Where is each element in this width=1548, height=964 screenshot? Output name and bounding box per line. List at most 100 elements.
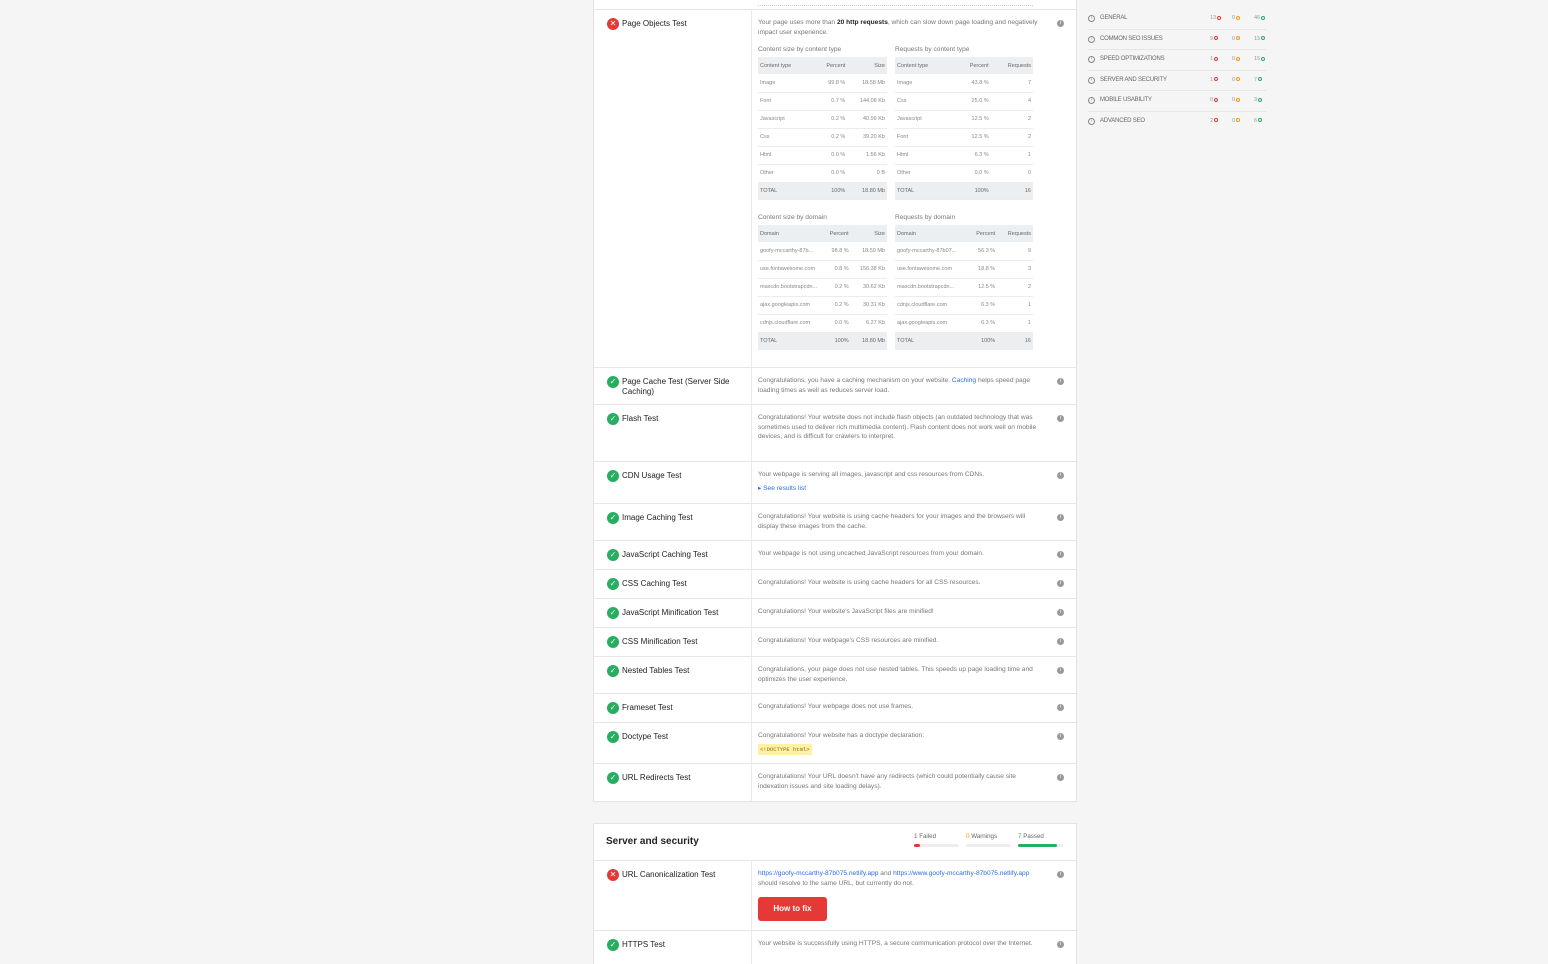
- table-row: goofy-mccarthy-87b... 98.8 % 18.59 Mb: [758, 242, 887, 261]
- summary-row[interactable]: › ADVANCED SEO 2 0 6: [1088, 112, 1266, 133]
- table-cell: 6.3 %: [955, 146, 991, 165]
- test-row: ✓ CSS Caching Test Congratulations! Your w…: [594, 570, 1076, 599]
- table-cell: 98.8 %: [822, 242, 851, 261]
- table-cell: 43.8 %: [955, 74, 991, 93]
- summary-row[interactable]: › SERVER AND SECURITY 1 0 7: [1088, 71, 1266, 91]
- url-link[interactable]: https://www.goofy-mccarthy-87b075.netlif…: [893, 870, 1029, 877]
- fail-count: 2: [1210, 118, 1219, 124]
- table-cell: 12.5 %: [967, 278, 998, 297]
- summary-row[interactable]: › GENERAL 13 0 46: [1088, 9, 1266, 30]
- table-cell: 99.8 %: [816, 74, 848, 93]
- info-icon[interactable]: i: [1057, 551, 1064, 558]
- chevron-circle-icon: ›: [1088, 76, 1095, 84]
- url-link[interactable]: https://goofy-mccarthy-87b075.netlify.ap…: [758, 870, 878, 877]
- table-total-row: TOTAL 100% 16: [895, 182, 1033, 200]
- table-row: Image 99.8 % 18.58 Mb: [758, 74, 887, 93]
- summary-row[interactable]: › SPEED OPTIMIZATIONS 1 0 15: [1088, 50, 1266, 71]
- test-description: Congratulations, you have a caching mech…: [758, 377, 1031, 394]
- summary-row[interactable]: › MOBILE USABILITY 0 0 3: [1088, 91, 1266, 112]
- table-cell: 100%: [955, 182, 991, 200]
- check-circle-icon: ✓: [607, 665, 619, 677]
- category-label: SERVER AND SECURITY: [1100, 76, 1167, 83]
- info-icon[interactable]: i: [1057, 378, 1064, 385]
- table-title: Requests by domain: [895, 214, 956, 221]
- see-results-link[interactable]: ▸ See results list: [758, 485, 806, 492]
- info-icon[interactable]: i: [1057, 20, 1064, 27]
- test-row: ✓ URL Redirects Test Congratulations! Your…: [594, 764, 1076, 801]
- test-name: CSS Caching Test: [622, 579, 687, 588]
- table-row: Css 25.0 % 4: [895, 92, 1033, 111]
- check-circle-icon: ✓: [607, 607, 619, 619]
- info-icon[interactable]: i: [1057, 609, 1064, 616]
- info-icon[interactable]: i: [1057, 580, 1064, 587]
- test-name: Frameset Test: [622, 703, 673, 712]
- info-icon[interactable]: i: [1057, 667, 1064, 674]
- table-cell: 7: [990, 74, 1033, 93]
- table-cell: 0.2 %: [816, 110, 848, 129]
- test-description: Your website is successfully using HTTPS…: [758, 940, 1033, 947]
- test-name: Nested Tables Test: [622, 666, 690, 675]
- table-cell: 25.0 %: [955, 92, 991, 111]
- test-row: ✓ Page Cache Test (Server Side Caching) Co…: [594, 368, 1076, 405]
- table-cell: Html: [895, 146, 955, 165]
- check-circle-icon: ✓: [607, 549, 619, 561]
- info-icon[interactable]: i: [1057, 704, 1064, 711]
- warn-count: 0: [1232, 36, 1241, 42]
- table-cell: TOTAL: [758, 182, 816, 200]
- info-icon[interactable]: i: [1057, 638, 1064, 645]
- info-icon[interactable]: i: [1057, 415, 1064, 422]
- test-description: Congratulations! Your website's JavaScri…: [758, 608, 934, 615]
- test-name: Image Caching Test: [622, 513, 693, 522]
- column-header: Size: [847, 57, 887, 74]
- how-to-fix-button[interactable]: How to fix: [758, 897, 827, 921]
- table-cell: maxcdn.bootstrapcdn...: [895, 278, 967, 297]
- category-label: MOBILE USABILITY: [1100, 97, 1152, 103]
- caching-link[interactable]: Caching: [952, 377, 976, 384]
- info-icon[interactable]: i: [1057, 774, 1064, 781]
- column-header: Domain: [895, 225, 967, 242]
- table-cell: Css: [895, 92, 955, 111]
- info-icon[interactable]: i: [1057, 941, 1064, 948]
- test-description: Your webpage is not using uncached JavaS…: [758, 550, 984, 557]
- test-name: JavaScript Minification Test: [622, 608, 719, 617]
- failed-count: 1 Failed: [914, 833, 959, 847]
- test-row: ✓ Flash Test Congratulations! Your website…: [594, 405, 1076, 462]
- table-cell: 2: [990, 128, 1033, 147]
- table-cell: 16: [997, 332, 1033, 350]
- category-label: GENERAL: [1100, 15, 1128, 21]
- category-label: ADVANCED SEO: [1100, 117, 1145, 124]
- table-cell: 3: [997, 260, 1033, 279]
- test-description: Congratulations! Your website does not i…: [758, 414, 1037, 440]
- x-circle-icon: ✕: [607, 869, 619, 881]
- table-cell: goofy-mccarthy-87b...: [758, 242, 822, 261]
- column-header: Domain: [758, 225, 822, 242]
- info-icon[interactable]: i: [1057, 871, 1064, 878]
- info-icon[interactable]: i: [1057, 514, 1064, 521]
- pass-count: 6: [1254, 118, 1263, 124]
- table-header-row: Domain Percent Size: [758, 225, 887, 242]
- table-cell: 0 B: [847, 164, 887, 183]
- table-title: Requests by content type: [895, 46, 970, 53]
- table-cell: use.fontawesome.com: [758, 260, 822, 279]
- table-cell: 2: [997, 278, 1033, 297]
- table-row: use.fontawesome.com 0.8 % 156.38 Kb: [758, 260, 887, 279]
- table-title: Content size by content type: [758, 46, 842, 53]
- info-icon[interactable]: i: [1057, 733, 1064, 740]
- table-row: Font 0.7 % 144.08 Kb: [758, 92, 887, 111]
- table-row: Javascript 0.2 % 40.99 Kb: [758, 110, 887, 129]
- fail-count: 0: [1210, 97, 1219, 103]
- test-description: Congratulations! Your webpage's CSS reso…: [758, 637, 939, 644]
- test-name: HTTPS Test: [622, 940, 665, 949]
- warn-count: 0: [1232, 15, 1241, 21]
- category-label: COMMON SEO ISSUES: [1100, 35, 1163, 42]
- table-cell: Image: [895, 74, 955, 93]
- test-name: JavaScript Caching Test: [622, 550, 708, 559]
- content-size-by-type-table: Content type Percent Size Image 99.8 % 18.58 …: [758, 57, 887, 200]
- table-cell: 1: [990, 146, 1033, 165]
- test-description: Congratulations, your page does not use …: [758, 666, 1033, 683]
- table-cell: 0.0 %: [816, 164, 848, 183]
- table-cell: 0.2 %: [822, 278, 851, 297]
- info-icon[interactable]: i: [1057, 472, 1064, 479]
- table-cell: Other: [895, 164, 955, 183]
- summary-row[interactable]: › COMMON SEO ISSUES 9 0 15: [1088, 30, 1266, 50]
